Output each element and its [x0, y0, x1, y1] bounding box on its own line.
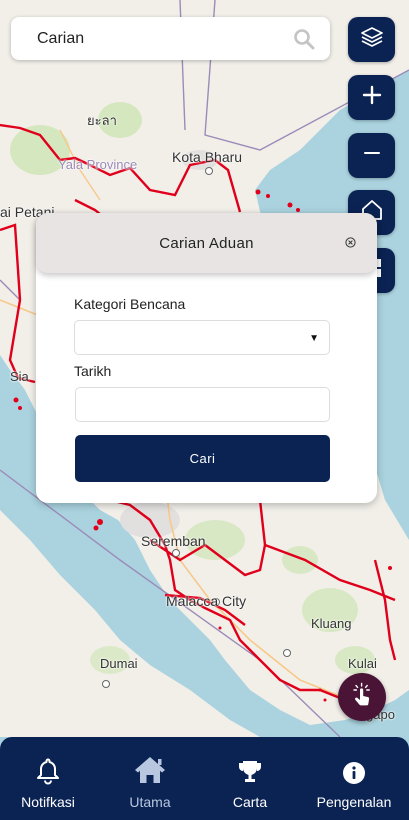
- town-marker: [102, 680, 110, 688]
- bottom-navigation: Notifkasi Utama Carta Pengenalan: [0, 737, 409, 820]
- place-label: Kulai: [348, 656, 377, 671]
- close-icon[interactable]: [344, 236, 357, 249]
- date-field[interactable]: [75, 387, 330, 422]
- home-icon: [133, 753, 167, 785]
- search-submit-button[interactable]: Cari: [75, 435, 330, 482]
- touch-icon: [349, 682, 375, 713]
- search-bar: [11, 17, 330, 60]
- category-label: Kategori Bencana: [74, 296, 186, 312]
- info-icon: [342, 753, 366, 785]
- place-label: Dumai: [100, 656, 138, 671]
- plus-icon: [362, 85, 382, 110]
- caret-down-icon: ▼: [309, 333, 319, 344]
- search-input[interactable]: [37, 29, 292, 48]
- minus-icon: [362, 143, 382, 168]
- bell-icon: [36, 753, 60, 785]
- nav-label: Pengenalan: [316, 794, 392, 810]
- layers-button[interactable]: [348, 17, 395, 62]
- modal-title: Carian Aduan: [159, 234, 254, 252]
- nav-label: Utama: [129, 794, 171, 810]
- search-complaint-modal: Carian Aduan Kategori Bencana ▼ Tarikh C…: [36, 213, 377, 503]
- nav-label: Carta: [232, 794, 268, 810]
- place-label: Kluang: [311, 616, 352, 631]
- place-label: ยะลา: [87, 113, 117, 128]
- search-icon[interactable]: [292, 27, 316, 51]
- trophy-icon: [237, 753, 263, 785]
- town-marker: [283, 649, 291, 657]
- nav-label: Notifkasi: [21, 794, 75, 810]
- place-label: Kota Bharu: [172, 149, 243, 165]
- place-label: Malacca City: [166, 593, 247, 609]
- town-marker: [205, 167, 213, 175]
- nav-item-carta[interactable]: Carta: [212, 737, 288, 820]
- layers-icon: [360, 25, 384, 54]
- zoom-in-button[interactable]: [348, 75, 395, 120]
- nav-item-pengenalan[interactable]: Pengenalan: [312, 737, 396, 820]
- tap-action-button[interactable]: [338, 673, 386, 721]
- place-label: Yala Province: [58, 157, 138, 172]
- modal-header: Carian Aduan: [36, 213, 377, 273]
- town-marker: [172, 549, 180, 557]
- nav-item-notifikasi[interactable]: Notifkasi: [10, 737, 86, 820]
- place-label: Sia: [10, 369, 29, 384]
- nav-item-utama[interactable]: Utama: [112, 737, 188, 820]
- zoom-out-button[interactable]: [348, 133, 395, 178]
- place-label: Seremban: [141, 533, 206, 549]
- date-label: Tarikh: [74, 363, 112, 379]
- category-select[interactable]: ▼: [74, 320, 330, 355]
